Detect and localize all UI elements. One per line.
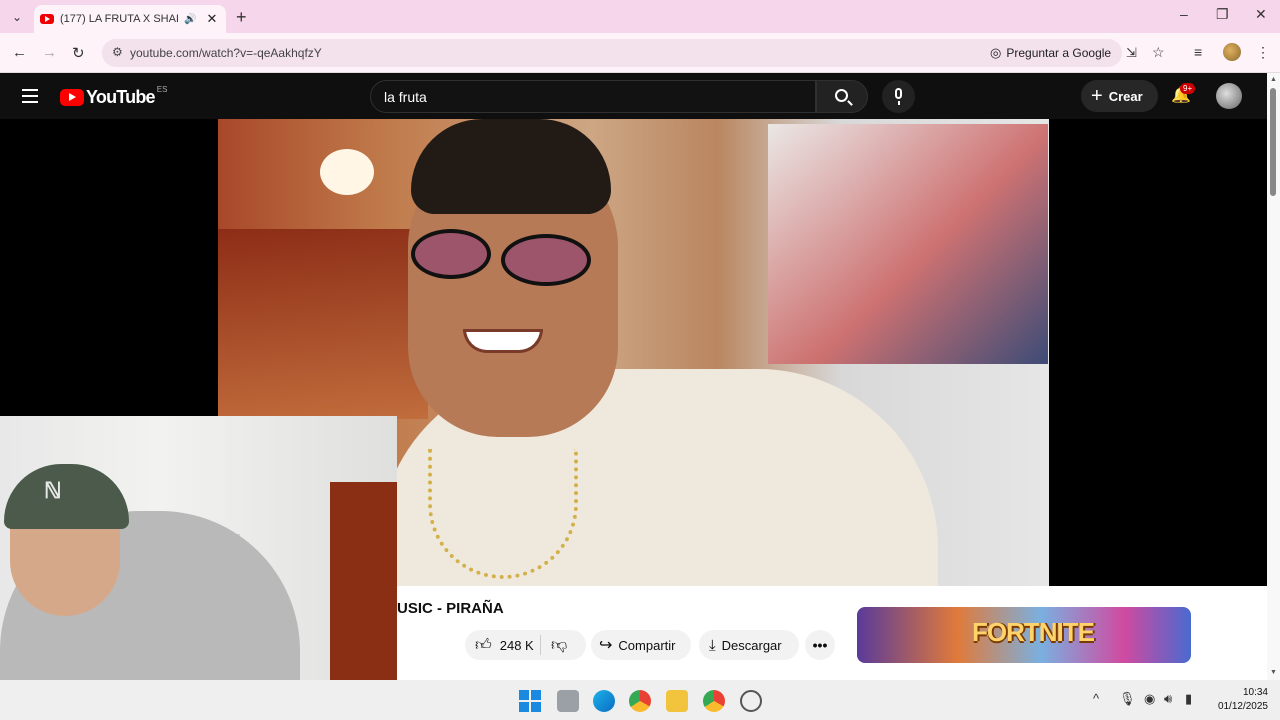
- logo-text: YouTube: [86, 87, 156, 107]
- dislike-icon[interactable]: 👎︎: [551, 636, 567, 655]
- chrome-icon[interactable]: [629, 690, 651, 712]
- share-button[interactable]: ↪ Compartir: [591, 630, 691, 660]
- country-code: ES: [156, 85, 168, 94]
- volume-icon[interactable]: 🔊︎: [1164, 691, 1172, 707]
- youtube-logo[interactable]: YouTube ES: [60, 85, 168, 108]
- plus-icon: +: [1091, 84, 1103, 107]
- more-actions-button[interactable]: •••: [805, 630, 835, 660]
- tab-title: (177) LA FRUTA X SHADOW: [60, 13, 178, 25]
- video-title: USIC - PIRAÑA: [397, 600, 504, 617]
- chrome-menu-icon[interactable]: ⋮: [1256, 44, 1270, 61]
- system-clock[interactable]: 10:34 01/12/2025: [1206, 686, 1268, 714]
- download-label: Descargar: [721, 637, 782, 653]
- tab-search-dropdown-icon[interactable]: ⌄: [8, 8, 26, 26]
- search-value: la fruta: [384, 89, 427, 105]
- forward-icon[interactable]: →: [42, 44, 57, 61]
- like-dislike-group: 👍︎ 248 K 👎︎: [465, 630, 586, 660]
- obs-icon[interactable]: [740, 690, 762, 712]
- menu-icon[interactable]: [22, 89, 38, 107]
- youtube-header: YouTube ES la fruta + Crear 🔔 9+: [0, 73, 1267, 119]
- chrome-profile-icon[interactable]: [703, 690, 725, 712]
- minimize-icon[interactable]: –: [1180, 6, 1188, 22]
- site-settings-icon[interactable]: ⚙: [112, 45, 123, 59]
- create-button[interactable]: + Crear: [1081, 80, 1158, 112]
- mic-icon: [895, 88, 902, 99]
- download-icon: ⤓: [709, 636, 716, 654]
- scroll-down-icon[interactable]: ▼: [1270, 669, 1277, 676]
- task-view-icon[interactable]: [557, 690, 579, 712]
- download-button[interactable]: ⤓ Descargar: [699, 630, 799, 660]
- watch-metadata: USIC - PIRAÑA 👍︎ 248 K 👎︎ ↪ Compartir ⤓ …: [397, 586, 1267, 680]
- scroll-up-icon[interactable]: ▲: [1270, 76, 1277, 83]
- google-lens-icon: ◎: [990, 45, 1002, 60]
- file-explorer-icon[interactable]: [666, 690, 688, 712]
- close-window-icon[interactable]: ✕: [1255, 6, 1267, 23]
- search-icon: [835, 89, 848, 102]
- cap-logo-icon: ℕ: [44, 478, 62, 503]
- like-button[interactable]: 👍︎ 248 K: [465, 635, 541, 655]
- edge-icon[interactable]: [593, 690, 615, 712]
- tray-chevron-icon[interactable]: ^: [1093, 691, 1099, 706]
- ask-google-label: Preguntar a Google: [1006, 46, 1112, 60]
- avatar[interactable]: [1216, 83, 1242, 109]
- battery-icon[interactable]: ▮: [1185, 691, 1192, 707]
- browser-tab-bar: ⌄ (177) LA FRUTA X SHADOW 🔊 ✕ + – ❐ ✕: [0, 0, 1280, 33]
- ad-brand-text: FORTNITE: [972, 617, 1095, 647]
- voice-search-button[interactable]: [882, 80, 915, 113]
- like-icon: 👍︎: [475, 636, 492, 654]
- notifications-button[interactable]: 🔔 9+: [1171, 83, 1196, 105]
- install-icon[interactable]: ⇲: [1126, 45, 1137, 61]
- clock-time: 10:34: [1242, 687, 1268, 698]
- url-text[interactable]: youtube.com/watch?v=-qeAakhqfzY: [130, 46, 322, 60]
- clock-date: 01/12/2025: [1217, 701, 1268, 712]
- ad-banner[interactable]: FORTNITE: [857, 607, 1191, 663]
- maximize-icon[interactable]: ❐: [1216, 6, 1229, 23]
- reload-icon[interactable]: ↻: [72, 44, 85, 62]
- omnibox[interactable]: ⚙ youtube.com/watch?v=-qeAakhqfzY ◎ Preg…: [102, 39, 1165, 67]
- close-tab-icon[interactable]: ✕: [206, 11, 217, 27]
- profile-icon[interactable]: [1223, 43, 1241, 61]
- windows-start-icon[interactable]: [519, 690, 541, 712]
- back-icon[interactable]: ←: [12, 44, 27, 61]
- mic-tray-icon[interactable]: 🎙︎: [1119, 691, 1136, 707]
- more-icon: •••: [812, 637, 828, 653]
- address-toolbar: ← → ↻ ⚙ youtube.com/watch?v=-qeAakhqfzY …: [0, 33, 1280, 73]
- search-input[interactable]: la fruta: [370, 80, 816, 113]
- youtube-play-icon: [60, 89, 84, 106]
- webcam-overlay: ℕ: [0, 416, 397, 720]
- notification-badge: 9+: [1180, 83, 1196, 94]
- media-controls-icon[interactable]: ≡: [1194, 44, 1202, 60]
- page-scrollbar[interactable]: ▲ ▼: [1267, 73, 1280, 680]
- ask-google-button[interactable]: ◎ Preguntar a Google: [990, 43, 1111, 63]
- browser-tab[interactable]: (177) LA FRUTA X SHADOW 🔊 ✕: [34, 5, 226, 33]
- speaker-icon[interactable]: 🔊: [184, 14, 196, 25]
- star-icon[interactable]: ☆: [1152, 44, 1165, 61]
- search-button[interactable]: [816, 80, 868, 113]
- create-label: Crear: [1108, 88, 1143, 104]
- windows-taskbar: ^ 🎙︎ ◉ 🔊︎ ▮ 10:34 01/12/2025: [0, 680, 1280, 720]
- scrollbar-thumb[interactable]: [1270, 88, 1276, 196]
- wifi-icon[interactable]: ◉: [1144, 691, 1155, 707]
- share-label: Compartir: [618, 637, 676, 653]
- youtube-favicon-icon: [40, 14, 54, 24]
- new-tab-plus-icon[interactable]: +: [236, 7, 247, 28]
- share-icon: ↪: [599, 637, 613, 654]
- like-count: 248 K: [499, 637, 534, 653]
